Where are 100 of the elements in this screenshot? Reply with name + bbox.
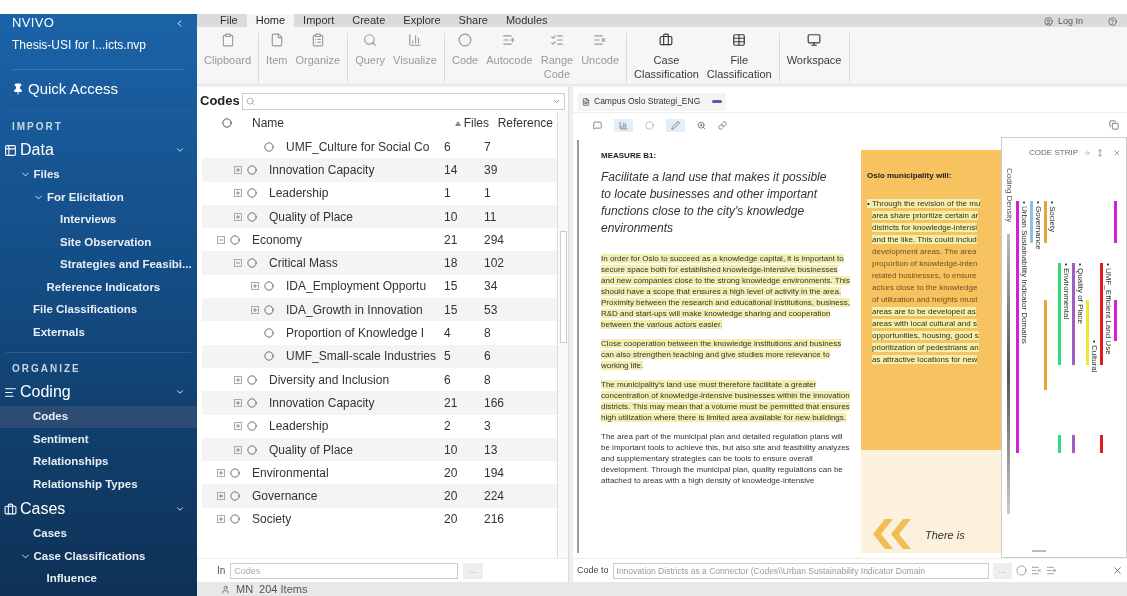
code-icon[interactable]: [645, 120, 654, 130]
login-link[interactable]: Log In: [1057, 16, 1083, 27]
restore-window-icon[interactable]: [1109, 120, 1119, 130]
tree-row[interactable]: Diversity and Inclusion 6 8: [202, 367, 557, 392]
scroll-thumb[interactable]: [1032, 550, 1046, 552]
expand-icon[interactable]: [251, 305, 259, 314]
highlight-button[interactable]: [666, 118, 685, 132]
vertical-arrows-icon[interactable]: [1096, 149, 1104, 157]
annotation-icon[interactable]: [593, 120, 602, 130]
code-icon[interactable]: [1016, 565, 1028, 576]
expand-icon[interactable]: [234, 398, 242, 407]
tree-row[interactable]: Governance 20 224: [202, 484, 557, 508]
references-count: 224: [483, 488, 506, 506]
zoom-icon[interactable]: [697, 120, 706, 130]
sidebar-item[interactable]: Site Observation: [0, 231, 197, 254]
menu-tab[interactable]: Explore: [394, 14, 450, 27]
close-icon[interactable]: [1113, 149, 1121, 157]
sidebar-item[interactable]: Interviews: [0, 208, 197, 231]
sort-arrow-icon: [454, 120, 461, 126]
chevron-icon[interactable]: [175, 504, 185, 514]
expand-icon[interactable]: [234, 165, 242, 174]
tree-row[interactable]: IDA_Growth in Innovation 15 53: [202, 298, 557, 322]
nav-group[interactable]: Coding: [0, 378, 197, 406]
sidebar-item[interactable]: File Classifications: [0, 298, 197, 321]
project-name: Thesis-USI for I...icts.nvp: [11, 37, 148, 54]
tree-row[interactable]: Economy 21 294: [202, 228, 557, 252]
sidebar-item[interactable]: Influence: [0, 567, 197, 590]
code-node-icon: [247, 211, 257, 222]
files-count: 6: [444, 371, 452, 389]
quick-access[interactable]: Quick Access: [0, 78, 197, 101]
sidebar-item[interactable]: Relationship Types: [0, 473, 197, 496]
code-name: IDA_Employment Opportu: [286, 278, 427, 296]
search-field[interactable]: [241, 92, 565, 110]
sidebar-item[interactable]: Files: [0, 163, 197, 186]
sidebar-item[interactable]: Relationships: [0, 450, 197, 473]
stripe-label: • Environmental: [1062, 263, 1071, 320]
expand-icon[interactable]: [217, 515, 225, 524]
stripes-button[interactable]: [614, 118, 633, 132]
collapse-icon[interactable]: [217, 235, 225, 244]
tree-row[interactable]: UMF_Small-scale Industries 5 6: [202, 344, 557, 368]
sidebar-item[interactable]: Cases: [0, 522, 197, 545]
expand-icon[interactable]: [234, 422, 242, 431]
chevron-icon[interactable]: [175, 387, 185, 397]
column-options-icon[interactable]: [222, 118, 232, 128]
ribbon-button[interactable]: Case Classification: [630, 33, 703, 81]
expand-icon[interactable]: [234, 445, 242, 454]
tree-row[interactable]: Innovation Capacity 21 166: [202, 391, 557, 415]
sidebar-item[interactable]: For Elicitation: [0, 186, 197, 209]
scrollbar[interactable]: [557, 111, 568, 558]
menu-tab[interactable]: Home: [246, 14, 295, 27]
menu-tab[interactable]: Share: [449, 14, 497, 27]
sidebar-item[interactable]: Externals: [0, 321, 197, 344]
in-field[interactable]: Codes: [230, 562, 459, 579]
table-icon: [732, 33, 747, 47]
column-header[interactable]: Name: [252, 114, 444, 132]
tree-row[interactable]: Leadership 1 1: [202, 181, 557, 205]
sidebar-item[interactable]: Strategies and Feasibi...: [0, 253, 197, 276]
menu-tab[interactable]: Import: [294, 14, 344, 27]
nav-group[interactable]: Data: [0, 136, 197, 164]
tree-row[interactable]: Critical Mass 18 102: [202, 251, 557, 275]
expand-icon[interactable]: [217, 492, 225, 501]
expand-icon[interactable]: [217, 468, 225, 477]
tree-row[interactable]: Quality of Place 10 13: [202, 437, 557, 462]
uncode-icon[interactable]: [1031, 565, 1043, 576]
sidebar-item[interactable]: Reference Indicators: [0, 276, 197, 299]
sidebar-item[interactable]: Codes: [0, 405, 197, 428]
expand-icon[interactable]: [234, 212, 242, 221]
arrow-icon[interactable]: [1083, 149, 1091, 157]
files-count: 2: [444, 418, 452, 436]
tree-row[interactable]: Proportion of Knowledge I 4 8: [202, 321, 557, 345]
tree-row[interactable]: Quality of Place 10 11: [202, 204, 557, 229]
nav-group[interactable]: Cases: [0, 495, 197, 523]
menu-tab[interactable]: Modules: [496, 14, 557, 27]
document-tab[interactable]: Campus Oslo Strategi_ENG: [578, 92, 727, 111]
menu-tab[interactable]: Create: [343, 14, 395, 27]
stripe-label: • UMF_Efficient Land Use: [1104, 263, 1113, 355]
ribbon-button[interactable]: Workspace: [782, 33, 846, 67]
sidebar-item[interactable]: Sentiment: [0, 428, 197, 451]
tree-row[interactable]: UMF_Culture for Social Co 6 7: [202, 135, 557, 159]
column-header[interactable]: Reference: [489, 114, 557, 132]
expand-icon[interactable]: [234, 189, 242, 198]
box-line: development areas. The area: [871, 246, 978, 258]
chevron-icon[interactable]: [175, 145, 185, 155]
tree-row[interactable]: Innovation Capacity 14 39: [202, 158, 557, 182]
tree-row[interactable]: Leadership 2 3: [202, 414, 557, 438]
tree-row[interactable]: Environmental 20 194: [202, 461, 557, 485]
code-selection-icon[interactable]: [1046, 565, 1058, 576]
code-node-icon: [230, 234, 240, 245]
expand-icon[interactable]: [251, 282, 259, 291]
column-header[interactable]: Files: [444, 114, 489, 132]
menu-tab[interactable]: File: [211, 14, 247, 27]
collapse-icon[interactable]: [234, 259, 242, 268]
link-icon[interactable]: [718, 120, 727, 130]
help-icon[interactable]: [1108, 17, 1117, 26]
tree-row[interactable]: IDA_Employment Opportu 15 34: [202, 274, 557, 299]
expand-icon[interactable]: [234, 375, 242, 384]
close-icon[interactable]: [1112, 565, 1123, 576]
ribbon-button[interactable]: File Classification: [702, 33, 776, 81]
sidebar-item[interactable]: Case Classifications: [0, 545, 197, 568]
tree-row[interactable]: Society 20 216: [202, 507, 557, 532]
